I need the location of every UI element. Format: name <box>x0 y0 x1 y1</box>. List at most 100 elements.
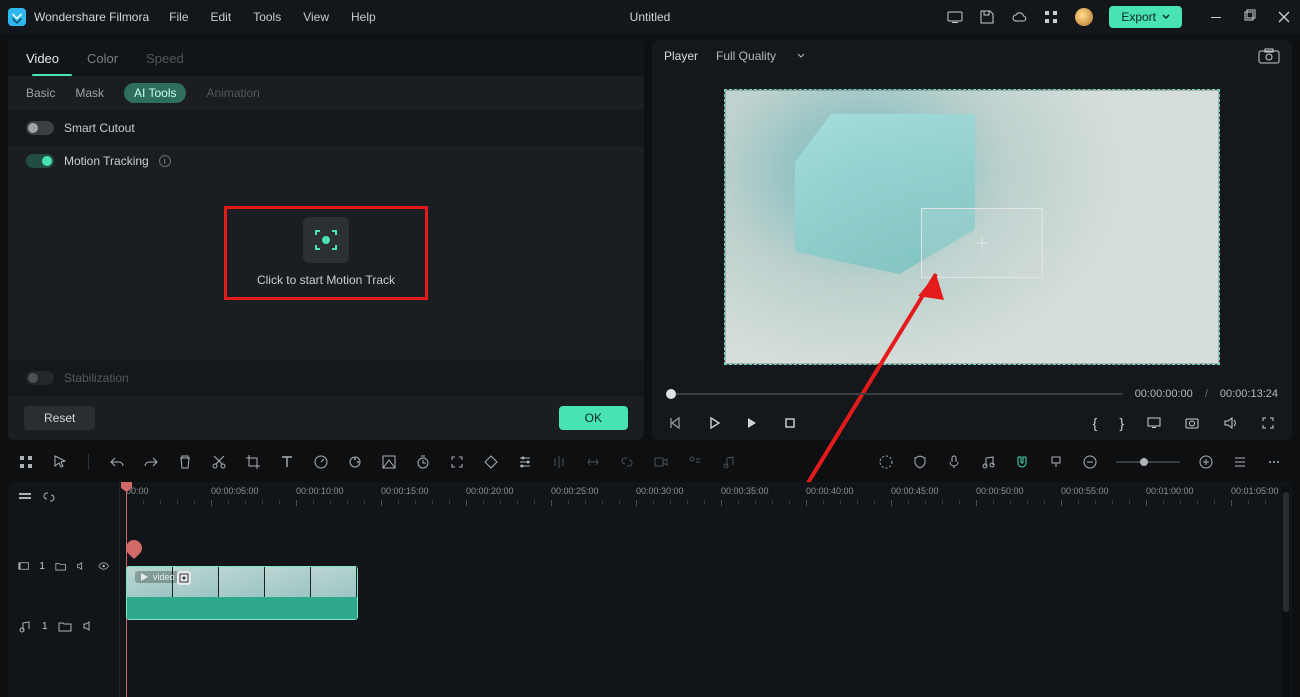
link-icon[interactable] <box>42 490 56 504</box>
ruler-minor-tick <box>653 500 654 504</box>
info-icon[interactable]: i <box>159 155 171 167</box>
menu-edit[interactable]: Edit <box>211 10 232 24</box>
render-icon[interactable] <box>878 454 894 470</box>
list-icon[interactable] <box>1232 454 1248 470</box>
pointer-icon[interactable] <box>52 454 68 470</box>
ruler-minor-tick <box>500 500 501 504</box>
subtab-ai-tools[interactable]: AI Tools <box>124 83 186 103</box>
menu-tools[interactable]: Tools <box>253 10 281 24</box>
quality-select[interactable]: Full Quality <box>716 49 806 63</box>
tab-speed[interactable]: Speed <box>146 51 184 66</box>
keyframe-icon[interactable] <box>483 454 499 470</box>
display-icon[interactable] <box>1146 415 1162 431</box>
zoom-slider[interactable] <box>1116 461 1180 463</box>
cut-icon[interactable] <box>211 454 227 470</box>
delete-icon[interactable] <box>177 454 193 470</box>
menu-view[interactable]: View <box>303 10 329 24</box>
shield-icon[interactable] <box>912 454 928 470</box>
device-preview-icon[interactable] <box>947 9 963 25</box>
duration-icon[interactable] <box>415 454 431 470</box>
more-icon[interactable] <box>1266 454 1282 470</box>
timeline-scrollbar[interactable] <box>1282 486 1290 697</box>
motion-track-button[interactable] <box>303 217 349 263</box>
voice-icon[interactable] <box>687 454 703 470</box>
ruler-tick: 00:00:25:00 <box>551 486 599 496</box>
undo-icon[interactable] <box>109 454 125 470</box>
save-icon[interactable] <box>979 9 995 25</box>
zoom-out-icon[interactable] <box>1082 454 1098 470</box>
audio-detach-icon[interactable] <box>551 454 567 470</box>
stabilization-toggle[interactable] <box>26 371 54 385</box>
timeline-tracks[interactable]: 00:0000:00:05:0000:00:10:0000:00:15:0000… <box>120 482 1292 697</box>
camera-icon[interactable] <box>1184 415 1200 431</box>
ruler-tick: 00:00:40:00 <box>806 486 854 496</box>
zoom-in-icon[interactable] <box>1198 454 1214 470</box>
smart-cutout-toggle[interactable] <box>26 121 54 135</box>
adjust-icon[interactable] <box>517 454 533 470</box>
prev-frame-icon[interactable] <box>668 415 684 431</box>
motion-tracking-toggle[interactable] <box>26 154 54 168</box>
chevron-down-icon <box>1162 13 1170 21</box>
subtab-animation[interactable]: Animation <box>206 86 259 100</box>
magnet-icon[interactable] <box>1014 454 1030 470</box>
user-avatar-icon[interactable] <box>1075 8 1093 26</box>
fullscreen-icon[interactable] <box>1260 415 1276 431</box>
ruler-minor-tick <box>925 500 926 504</box>
folder-icon[interactable] <box>58 619 72 633</box>
export-button[interactable]: Export <box>1109 6 1182 28</box>
play-icon[interactable] <box>706 415 722 431</box>
track-header-column: 1 1 <box>8 482 120 697</box>
subtab-mask[interactable]: Mask <box>75 86 104 100</box>
scrub-track[interactable] <box>666 393 1123 395</box>
record-icon[interactable] <box>653 454 669 470</box>
redo-icon[interactable] <box>143 454 159 470</box>
subtab-basic[interactable]: Basic <box>26 86 55 100</box>
audio-stretch-icon[interactable] <box>585 454 601 470</box>
marker-icon[interactable] <box>1048 454 1064 470</box>
eye-icon[interactable] <box>98 559 109 573</box>
speed-icon[interactable] <box>313 454 329 470</box>
quality-value: Full Quality <box>716 49 776 63</box>
music-icon[interactable] <box>980 454 996 470</box>
mute-icon[interactable] <box>82 619 96 633</box>
grid-icon[interactable] <box>18 454 34 470</box>
link-icon[interactable] <box>619 454 635 470</box>
timeline-clip[interactable]: video <box>126 566 358 620</box>
apps-icon[interactable] <box>1043 9 1059 25</box>
play-forward-icon[interactable] <box>744 415 760 431</box>
ruler-minor-tick <box>755 500 756 504</box>
tab-video[interactable]: Video <box>26 51 59 66</box>
ruler-tick: 00:00:35:00 <box>721 486 769 496</box>
focus-icon[interactable] <box>449 454 465 470</box>
ruler-minor-tick <box>908 500 909 504</box>
close-icon[interactable] <box>1276 9 1292 25</box>
volume-icon[interactable] <box>1222 415 1238 431</box>
beat-icon[interactable] <box>721 454 737 470</box>
export-label: Export <box>1121 10 1156 24</box>
menu-help[interactable]: Help <box>351 10 376 24</box>
track-options-icon[interactable] <box>18 490 32 504</box>
motion-track-box[interactable] <box>921 208 1043 278</box>
mark-in-icon[interactable]: { <box>1093 415 1098 431</box>
crop-icon[interactable] <box>245 454 261 470</box>
menu-file[interactable]: File <box>169 10 188 24</box>
mute-icon[interactable] <box>76 559 87 573</box>
reset-button[interactable]: Reset <box>24 406 95 430</box>
tab-color[interactable]: Color <box>87 51 118 66</box>
minimize-icon[interactable] <box>1208 9 1224 25</box>
mic-icon[interactable] <box>946 454 962 470</box>
folder-icon[interactable] <box>55 559 66 573</box>
stop-icon[interactable] <box>782 415 798 431</box>
cloud-icon[interactable] <box>1011 9 1027 25</box>
mark-out-icon[interactable]: } <box>1119 415 1124 431</box>
scrub-handle[interactable] <box>666 389 676 399</box>
text-icon[interactable] <box>279 454 295 470</box>
color-icon[interactable] <box>347 454 363 470</box>
timeline-ruler[interactable]: 00:0000:00:05:0000:00:10:0000:00:15:0000… <box>120 482 1292 508</box>
ok-button[interactable]: OK <box>559 406 628 430</box>
player-preview[interactable] <box>656 72 1288 382</box>
ruler-minor-tick <box>840 500 841 504</box>
greenscreen-icon[interactable] <box>381 454 397 470</box>
maximize-icon[interactable] <box>1242 9 1258 25</box>
snapshot-icon[interactable] <box>1258 48 1280 64</box>
